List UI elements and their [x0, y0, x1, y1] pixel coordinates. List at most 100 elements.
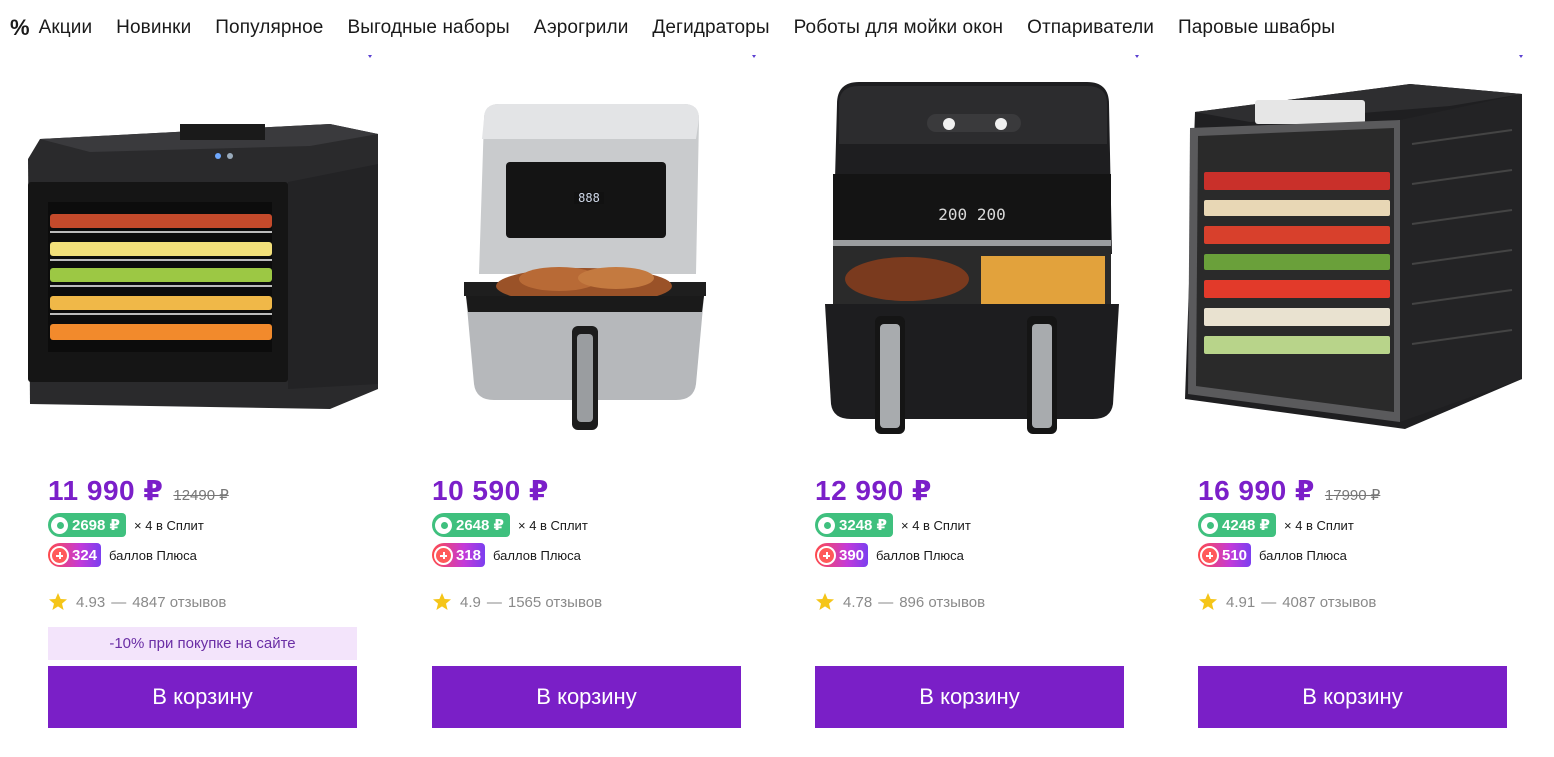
split-badge[interactable]: 2648 ₽	[432, 513, 510, 537]
reviews-count[interactable]: 4087 отзывов	[1282, 594, 1376, 611]
star-icon	[49, 593, 67, 610]
plus-text: баллов Плюса	[493, 547, 581, 563]
split-text: × 4 в Сплит	[517, 517, 588, 533]
nav-item-air-fryers[interactable]: Аэрогрили	[534, 17, 629, 39]
product-image[interactable]	[0, 64, 380, 450]
add-to-cart-button[interactable]: В корзину	[432, 666, 741, 728]
plus-row: 318 баллов Плюса	[432, 543, 581, 567]
plus-points: 510	[1222, 546, 1248, 564]
star-icon	[433, 593, 451, 610]
split-amount: 3248 ₽	[839, 517, 887, 534]
split-icon	[51, 516, 68, 534]
product-card[interactable]: 11 990 ₽ 12490 ₽ 2698 ₽ × 4 в Сплит 324 …	[0, 64, 380, 744]
chevron-down-icon	[751, 55, 757, 60]
chevron-down-icon	[1518, 55, 1524, 60]
price-row: 11 990 ₽ 12490 ₽	[48, 474, 229, 507]
plus-points: 324	[72, 546, 98, 564]
rating-row[interactable]: 4.93 — 4847 отзывов	[48, 592, 226, 612]
split-icon	[435, 516, 452, 534]
category-nav: % Акции Новинки Популярное Выгодные набо…	[0, 0, 1554, 56]
add-to-cart-button[interactable]: В корзину	[815, 666, 1124, 728]
split-row: 3248 ₽ × 4 в Сплит	[815, 513, 971, 537]
split-amount: 4248 ₽	[1222, 517, 1270, 534]
nav-item-window-robots[interactable]: Роботы для мойки окон	[794, 17, 1004, 39]
product-image[interactable]: 888	[384, 64, 764, 450]
split-badge[interactable]: 3248 ₽	[815, 513, 893, 537]
star-icon	[1199, 593, 1217, 610]
old-price: 17990 ₽	[1324, 487, 1381, 504]
plus-row: 510 баллов Плюса	[1198, 543, 1347, 567]
rating-separator: —	[878, 593, 894, 611]
plus-text: баллов Плюса	[109, 547, 197, 563]
split-amount: 2648 ₽	[456, 517, 504, 534]
nav-item-dehydrators[interactable]: Дегидраторы	[652, 17, 769, 39]
rating-separator: —	[1261, 593, 1277, 611]
rating-row[interactable]: 4.9 — 1565 отзывов	[432, 592, 602, 612]
nav-item-bundles[interactable]: Выгодные наборы	[347, 17, 509, 39]
rating-row[interactable]: 4.78 — 896 отзывов	[815, 592, 985, 612]
plus-badge[interactable]: 510	[1198, 543, 1252, 567]
price-row: 10 590 ₽	[432, 474, 549, 507]
nav-item-steamers[interactable]: Отпариватели	[1027, 17, 1154, 39]
plus-text: баллов Плюса	[1259, 547, 1347, 563]
nav-item-new[interactable]: Новинки	[116, 17, 191, 39]
rating-value: 4.91	[1226, 593, 1256, 611]
promo-badge: -10% при покупке на сайте	[48, 627, 357, 660]
chevron-down-icon	[1134, 55, 1140, 60]
reviews-count[interactable]: 4847 отзывов	[132, 594, 226, 611]
plus-icon	[1200, 545, 1219, 565]
chevron-down-icon	[367, 55, 373, 60]
plus-badge[interactable]: 324	[48, 543, 102, 567]
add-to-cart-button[interactable]: В корзину	[1198, 666, 1507, 728]
price: 10 590 ₽	[432, 475, 549, 506]
plus-icon	[50, 545, 69, 565]
svg-text:200 200: 200 200	[938, 205, 1005, 224]
split-badge[interactable]: 2698 ₽	[48, 513, 126, 537]
price: 11 990 ₽	[48, 475, 164, 506]
plus-points: 390	[839, 546, 865, 564]
nav-item-promotions[interactable]: Акции	[39, 17, 93, 39]
plus-points: 318	[456, 546, 482, 564]
plus-text: баллов Плюса	[876, 547, 964, 563]
product-image[interactable]: 200 200	[767, 64, 1147, 450]
star-icon	[816, 593, 834, 610]
split-icon	[1201, 516, 1218, 534]
rating-row[interactable]: 4.91 — 4087 отзывов	[1198, 592, 1376, 612]
price: 16 990 ₽	[1198, 475, 1315, 506]
rating-value: 4.9	[460, 593, 481, 611]
price-row: 12 990 ₽	[815, 474, 932, 507]
split-text: × 4 в Сплит	[1283, 517, 1354, 533]
rating-separator: —	[486, 593, 502, 611]
plus-icon	[817, 545, 836, 565]
rating-value: 4.78	[843, 593, 873, 611]
split-badge[interactable]: 4248 ₽	[1198, 513, 1276, 537]
reviews-count[interactable]: 896 отзывов	[899, 594, 985, 611]
rating-separator: —	[111, 593, 127, 611]
nav-item-steam-mops[interactable]: Паровые швабры	[1178, 17, 1335, 39]
rating-value: 4.93	[76, 593, 106, 611]
split-amount: 2698 ₽	[72, 517, 120, 534]
add-to-cart-button[interactable]: В корзину	[48, 666, 357, 728]
split-row: 4248 ₽ × 4 в Сплит	[1198, 513, 1354, 537]
plus-badge[interactable]: 318	[432, 543, 486, 567]
price: 12 990 ₽	[815, 475, 932, 506]
product-card[interactable]: 200 200 12 990 ₽ 3248 ₽ × 4 в Сплит 390 …	[767, 64, 1147, 744]
plus-badge[interactable]: 390	[815, 543, 869, 567]
product-card[interactable]: 888 10 590 ₽ 2648 ₽ × 4 в Сплит 318 балл…	[384, 64, 764, 744]
split-text: × 4 в Сплит	[900, 517, 971, 533]
split-row: 2648 ₽ × 4 в Сплит	[432, 513, 588, 537]
split-row: 2698 ₽ × 4 в Сплит	[48, 513, 204, 537]
plus-row: 324 баллов Плюса	[48, 543, 197, 567]
product-image[interactable]	[1150, 64, 1530, 450]
svg-text:888: 888	[578, 191, 600, 205]
reviews-count[interactable]: 1565 отзывов	[508, 594, 602, 611]
percent-icon[interactable]: %	[10, 17, 30, 39]
old-price: 12490 ₽	[173, 487, 229, 504]
nav-item-popular[interactable]: Популярное	[215, 17, 323, 39]
carousel-indicators	[0, 55, 1554, 61]
plus-row: 390 баллов Плюса	[815, 543, 964, 567]
product-card[interactable]: 16 990 ₽ 17990 ₽ 4248 ₽ × 4 в Сплит 510 …	[1150, 64, 1530, 744]
split-icon	[818, 516, 835, 534]
price-row: 16 990 ₽ 17990 ₽	[1198, 474, 1380, 507]
split-text: × 4 в Сплит	[133, 517, 204, 533]
